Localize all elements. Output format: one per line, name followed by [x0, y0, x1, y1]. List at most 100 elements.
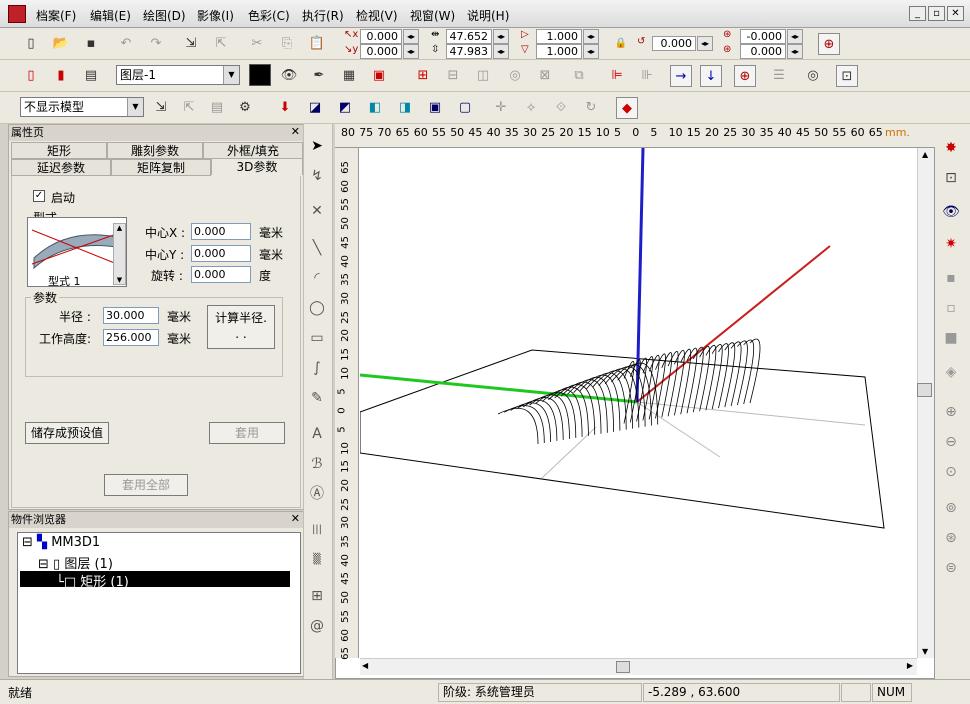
tab-rectangle[interactable]: 矩形	[11, 142, 107, 159]
model-preview[interactable]: 型式 1	[27, 217, 127, 288]
download-icon[interactable]: ⬇	[274, 97, 296, 119]
move-head-icon[interactable]: ▪	[939, 266, 963, 290]
angle-field[interactable]: 0.000	[652, 36, 696, 51]
cube-iso-icon[interactable]: ◨	[394, 97, 416, 119]
paste-icon[interactable]: 📋	[306, 33, 328, 55]
export-icon[interactable]: ⇱	[210, 33, 232, 55]
close-button[interactable]: ✕	[947, 6, 964, 21]
tab-array-copy[interactable]: 矩阵复制	[111, 159, 211, 176]
frame-icon[interactable]: ▣	[368, 65, 390, 87]
intersect-icon[interactable]: ⧉	[568, 65, 590, 87]
vertical-scrollbar[interactable]: ▲ ▼	[917, 148, 934, 658]
copy-icon[interactable]: ⎘	[276, 33, 298, 55]
scroll-thumb[interactable]	[917, 383, 932, 397]
center-icon[interactable]: ⊕	[734, 65, 756, 87]
rotate-center-x-field[interactable]: -0.000	[740, 29, 786, 44]
y-position-field[interactable]: 0.000	[360, 44, 402, 59]
new-file-icon[interactable]: ▯	[20, 33, 42, 55]
enable-checkbox[interactable]: ✓	[33, 190, 45, 202]
display-mode-combo[interactable]: 不显示模型 ▼	[20, 97, 144, 117]
align-center-icon[interactable]: ⊪	[636, 65, 658, 87]
pan-icon[interactable]: ✛	[490, 97, 512, 119]
rotate-center-y-spin-arrows-icon[interactable]: ◂▸	[787, 44, 803, 59]
rotate-center-x-spin-arrows-icon[interactable]: ◂▸	[787, 29, 803, 44]
zoom-fit-icon[interactable]: ⊙	[939, 460, 963, 484]
apply-transform-icon[interactable]: ⊕	[818, 33, 840, 55]
open-folder-icon[interactable]: 📂	[50, 33, 72, 55]
refresh-icon[interactable]: ↻	[580, 97, 602, 119]
x-spin-arrows-icon[interactable]: ◂▸	[403, 29, 419, 44]
model-layers-icon[interactable]: ▤	[206, 97, 228, 119]
lock-icon[interactable]: 🔒	[610, 33, 632, 55]
radius-input[interactable]: 30.000	[103, 307, 159, 324]
arc-icon[interactable]: ◜	[305, 266, 329, 290]
menu-color[interactable]: 色彩(C)	[248, 7, 290, 24]
node-edit-icon[interactable]: ↯	[305, 164, 329, 188]
curve-icon[interactable]: ∫	[305, 356, 329, 380]
restore-button[interactable]: ▫	[928, 6, 945, 21]
tree-layer[interactable]: ⊟ ▯ 图层 (1)	[38, 553, 113, 572]
zoom-in-icon[interactable]: ⊕	[939, 400, 963, 424]
settings-gear-icon[interactable]: ⚙	[234, 97, 256, 119]
apply-all-button[interactable]: 套用全部	[104, 474, 188, 496]
pen-icon[interactable]: ✒	[308, 65, 330, 87]
cube-wire-icon[interactable]: ▣	[424, 97, 446, 119]
tree-collapse-icon[interactable]: ⊟	[38, 557, 49, 572]
scale-y-spin-arrows-icon[interactable]: ◂▸	[583, 44, 599, 59]
ungroup-icon[interactable]: ⊟	[442, 65, 464, 87]
text-path-icon[interactable]: ℬ	[305, 452, 329, 476]
menu-file[interactable]: 档案(F)	[36, 7, 76, 24]
width-spin-arrows-icon[interactable]: ◂▸	[493, 29, 509, 44]
close-icon[interactable]: ✕	[291, 125, 300, 138]
scroll-down-icon[interactable]: ▼	[922, 647, 928, 656]
move-right-icon[interactable]: →	[670, 65, 692, 87]
cube-top-icon[interactable]: ◩	[334, 97, 356, 119]
ellipse-icon[interactable]: ◯	[305, 296, 329, 320]
color-swatch[interactable]	[249, 64, 271, 86]
array-icon[interactable]: ⊞	[305, 584, 329, 608]
page-setup-icon[interactable]: ▮	[50, 65, 72, 87]
tree-collapse-icon[interactable]: ⊟	[22, 535, 33, 550]
width-field[interactable]: 47.652	[446, 29, 492, 44]
menu-help[interactable]: 说明(H)	[467, 7, 509, 24]
eye-icon[interactable]: 👁	[278, 65, 300, 87]
height-field[interactable]: 47.983	[446, 44, 492, 59]
tab-outline-fill[interactable]: 外框/填充	[203, 142, 303, 159]
layers-icon[interactable]: ▤	[80, 65, 102, 87]
text-icon[interactable]: A	[305, 422, 329, 446]
center-x-input[interactable]: 0.000	[191, 223, 251, 240]
menu-image[interactable]: 影像(I)	[197, 7, 234, 24]
rotate-center-y-field[interactable]: 0.000	[740, 44, 786, 59]
text-box-icon[interactable]: Ⓐ	[305, 482, 329, 506]
barcode-2d-icon[interactable]: ▒	[305, 548, 329, 572]
app-icon[interactable]	[8, 5, 26, 23]
tree-root[interactable]: ⊟ ▚ MM3D1	[22, 535, 100, 550]
redo-icon[interactable]: ↷	[145, 33, 167, 55]
y-spin-arrows-icon[interactable]: ◂▸	[403, 44, 419, 59]
calc-radius-button[interactable]: 计算半径. . .	[207, 305, 275, 349]
freehand-icon[interactable]: ✎	[305, 386, 329, 410]
menu-draw[interactable]: 绘图(D)	[143, 7, 186, 24]
target-icon[interactable]: ◎	[802, 65, 824, 87]
height-input[interactable]: 256.000	[103, 329, 159, 346]
scroll-down-icon[interactable]: ▼	[114, 276, 125, 284]
apply-button[interactable]: 套用	[209, 422, 285, 444]
import-icon[interactable]: ⇲	[180, 33, 202, 55]
menu-edit[interactable]: 编辑(E)	[90, 7, 131, 24]
zoom-selection-icon[interactable]: ⊛	[939, 526, 963, 550]
rotate-input[interactable]: 0.000	[191, 266, 251, 283]
stop-icon[interactable]: ■	[939, 326, 963, 350]
height-spin-arrows-icon[interactable]: ◂▸	[493, 44, 509, 59]
line-icon[interactable]: ╲	[305, 236, 329, 260]
scale-x-spin-arrows-icon[interactable]: ◂▸	[583, 29, 599, 44]
output-icon[interactable]: ⊡	[939, 166, 963, 190]
model-export-icon[interactable]: ⇱	[178, 97, 200, 119]
center-y-input[interactable]: 0.000	[191, 245, 251, 262]
rectangle-icon[interactable]: ▭	[305, 326, 329, 350]
tab-delay-params[interactable]: 延迟参数	[11, 159, 111, 176]
save-preset-button[interactable]: 储存成预设值	[25, 422, 109, 444]
scale-x-field[interactable]: 1.000	[536, 29, 582, 44]
scroll-right-icon[interactable]: ▶	[907, 661, 913, 670]
render-3d-icon[interactable]: ◆	[616, 97, 638, 119]
tab-3d-params[interactable]: 3D参数	[211, 158, 303, 175]
